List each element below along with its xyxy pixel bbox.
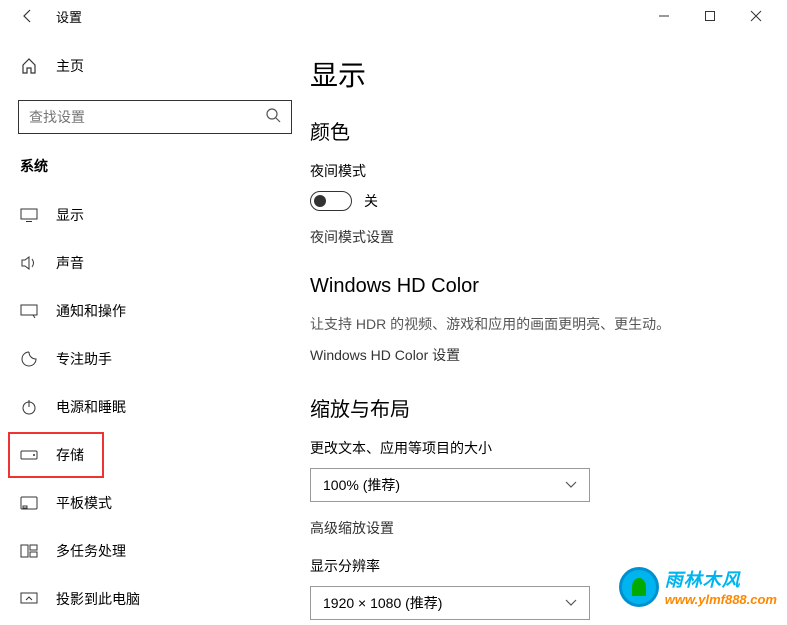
window-title: 设置: [56, 7, 82, 26]
sidebar-item-label: 显示: [56, 205, 84, 225]
watermark-text: 雨林木风 www.ylmf888.com: [665, 566, 777, 607]
scale-value: 100% (推荐): [323, 475, 565, 495]
night-mode-toggle[interactable]: [310, 191, 352, 211]
sidebar-item-storage[interactable]: 存储: [8, 432, 104, 478]
sidebar-item-project[interactable]: 投影到此电脑: [18, 576, 292, 622]
hd-color-heading: Windows HD Color: [310, 275, 757, 298]
focus-icon: [20, 350, 38, 368]
content-area: 主页 系统 显示 声音 通知和操作 专注助手: [0, 32, 787, 625]
minimize-button[interactable]: [641, 0, 687, 32]
watermark-cn: 雨林木风: [665, 566, 777, 592]
advanced-scale-link[interactable]: 高级缩放设置: [310, 518, 757, 538]
search-icon: [265, 107, 281, 128]
scale-label: 更改文本、应用等项目的大小: [310, 438, 757, 458]
watermark-url: www.ylmf888.com: [665, 592, 777, 607]
sidebar-item-label: 声音: [56, 253, 84, 273]
back-button[interactable]: [8, 0, 48, 32]
home-label: 主页: [56, 56, 84, 76]
storage-icon: [20, 450, 38, 460]
resolution-dropdown[interactable]: 1920 × 1080 (推荐): [310, 586, 590, 620]
notification-icon: [20, 304, 38, 318]
tablet-icon: [20, 496, 38, 510]
sidebar-item-label: 专注助手: [56, 349, 112, 369]
color-heading: 颜色: [310, 116, 757, 145]
sidebar-item-notification[interactable]: 通知和操作: [18, 288, 292, 334]
sidebar-item-label: 通知和操作: [56, 301, 126, 321]
toggle-state-text: 关: [364, 191, 378, 211]
project-icon: [20, 592, 38, 606]
night-mode-settings-link[interactable]: 夜间模式设置: [310, 227, 757, 247]
sidebar-item-label: 平板模式: [56, 493, 112, 513]
watermark-logo-icon: [619, 567, 659, 607]
resolution-value: 1920 × 1080 (推荐): [323, 593, 565, 613]
close-button[interactable]: [733, 0, 779, 32]
night-mode-label: 夜间模式: [310, 161, 757, 181]
sidebar-item-label: 投影到此电脑: [56, 589, 140, 609]
back-arrow-icon: [20, 8, 36, 24]
main-panel: 显示 颜色 夜间模式 关 夜间模式设置 Windows HD Color 让支持…: [310, 32, 787, 625]
sound-icon: [20, 255, 38, 271]
scale-heading: 缩放与布局: [310, 393, 757, 422]
window-controls: [641, 0, 779, 32]
maximize-icon: [704, 10, 716, 22]
sidebar-item-power[interactable]: 电源和睡眠: [18, 384, 292, 430]
toggle-knob: [314, 195, 326, 207]
multitask-icon: [20, 544, 38, 558]
home-icon: [20, 57, 38, 75]
sidebar-item-display[interactable]: 显示: [18, 192, 292, 238]
sidebar-item-label: 存储: [56, 445, 84, 465]
display-icon: [20, 208, 38, 222]
search-box[interactable]: [18, 100, 292, 134]
power-icon: [20, 398, 38, 416]
chevron-down-icon: [565, 476, 577, 494]
minimize-icon: [658, 10, 670, 22]
sidebar-item-focus[interactable]: 专注助手: [18, 336, 292, 382]
hd-color-settings-link[interactable]: Windows HD Color 设置: [310, 345, 757, 365]
sidebar-item-tablet[interactable]: 平板模式: [18, 480, 292, 526]
search-input[interactable]: [29, 109, 265, 125]
night-mode-toggle-row: 关: [310, 191, 757, 211]
sidebar-section-header: 系统: [18, 156, 292, 176]
close-icon: [750, 10, 762, 22]
titlebar: 设置: [0, 0, 787, 32]
sidebar-item-label: 多任务处理: [56, 541, 126, 561]
scale-dropdown[interactable]: 100% (推荐): [310, 468, 590, 502]
sidebar-home[interactable]: 主页: [18, 44, 292, 88]
maximize-button[interactable]: [687, 0, 733, 32]
sidebar: 主页 系统 显示 声音 通知和操作 专注助手: [0, 32, 310, 625]
sidebar-item-multitask[interactable]: 多任务处理: [18, 528, 292, 574]
chevron-down-icon: [565, 594, 577, 612]
sidebar-item-label: 电源和睡眠: [56, 397, 126, 417]
watermark: 雨林木风 www.ylmf888.com: [619, 566, 777, 607]
page-title: 显示: [310, 54, 757, 94]
hd-color-description: 让支持 HDR 的视频、游戏和应用的画面更明亮、更生动。: [310, 314, 757, 335]
sidebar-item-sound[interactable]: 声音: [18, 240, 292, 286]
